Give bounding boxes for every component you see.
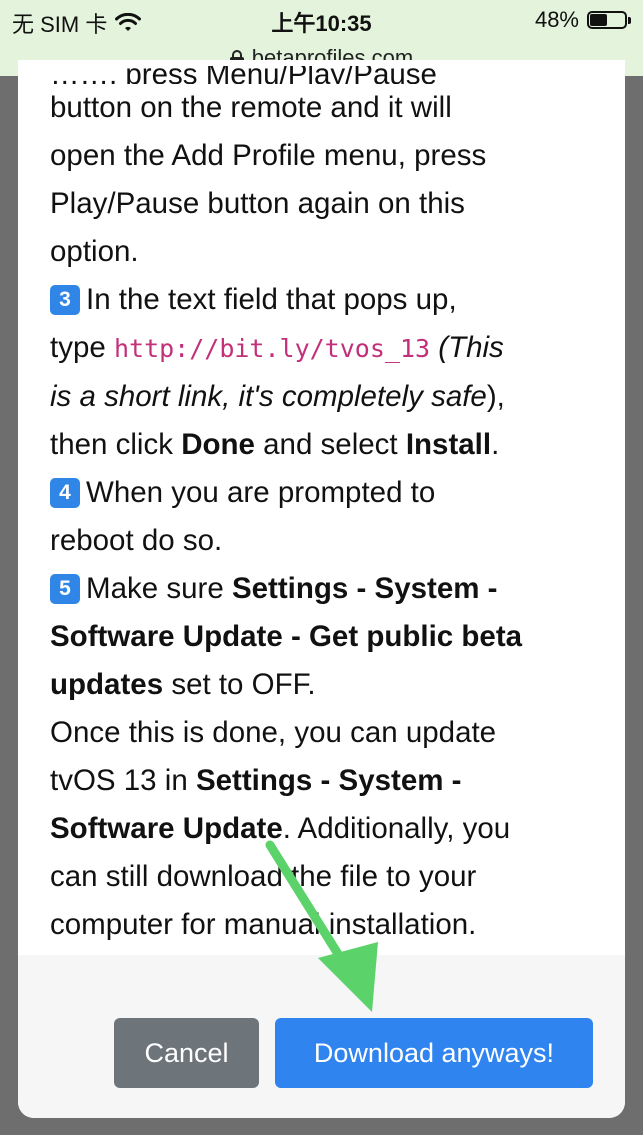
step-2-text: button on the remote and it will open th… xyxy=(50,84,610,276)
cancel-button[interactable]: Cancel xyxy=(114,1018,259,1088)
download-modal: ……, press Menu/Play/Pause button on the … xyxy=(18,60,625,1118)
step2-line-4: option. xyxy=(50,235,139,268)
step-5-text: 5 Make sure Settings - System - Software … xyxy=(50,572,523,701)
download-anyways-button[interactable]: Download anyways! xyxy=(275,1018,593,1088)
profile-link[interactable]: http://bit.ly/tvos_13 xyxy=(114,334,430,363)
step2-line-1: button on the remote and it will xyxy=(50,91,452,124)
battery-percent: 48% xyxy=(534,7,579,32)
final-note-text: Once this is done, you can update tvOS 1… xyxy=(50,716,511,941)
step-4-badge: 4 xyxy=(50,478,80,508)
cut-off-line: ……, press Menu/Play/Pause xyxy=(50,66,437,84)
battery-icon xyxy=(587,9,631,31)
step-5-badge: 5 xyxy=(50,574,80,604)
status-right: 48% xyxy=(535,7,631,33)
step2-line-3: Play/Pause button again on this xyxy=(50,187,465,220)
step-3-text: 3 In the text field that pops up, type ht… xyxy=(50,283,505,461)
modal-body: ……, press Menu/Play/Pause button on the … xyxy=(50,66,610,949)
step2-line-2: open the Add Profile menu, press xyxy=(50,139,487,172)
modal-footer: Cancel Download anyways! xyxy=(18,955,625,1118)
step-3-badge: 3 xyxy=(50,285,80,315)
status-bar: 无 SIM 卡 上午10:35 48% xyxy=(0,0,643,40)
step-4-text: 4 When you are prompted to reboot do so. xyxy=(50,476,436,557)
